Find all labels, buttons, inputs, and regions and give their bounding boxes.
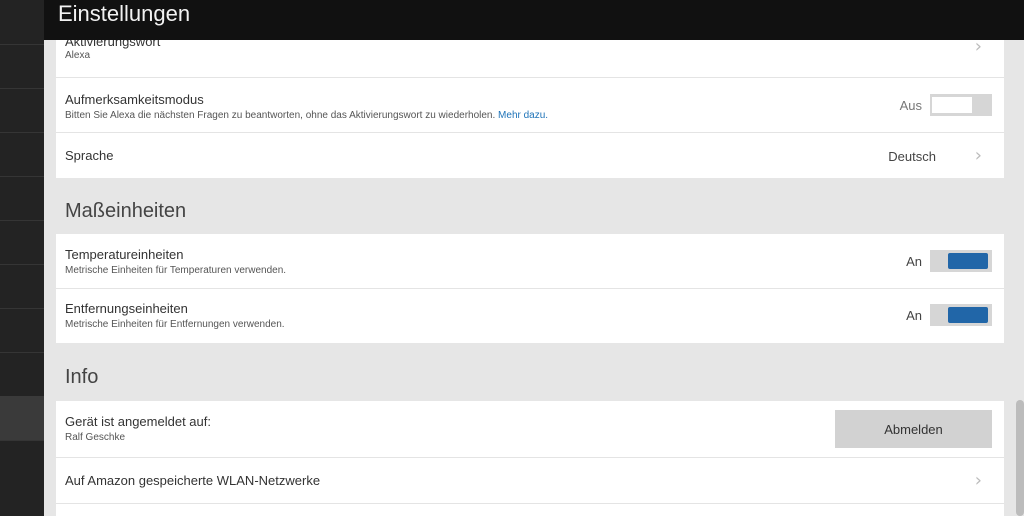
wake-word-label: Aktivierungswort	[65, 40, 161, 49]
registered-row: Gerät ist angemeldet auf: Ralf Geschke A…	[56, 401, 1004, 458]
language-value: Deutsch	[888, 149, 936, 164]
sign-out-button[interactable]: Abmelden	[835, 410, 992, 448]
sidebar-item[interactable]	[0, 176, 44, 221]
follow-up-mode-row: Aufmerksamkeitsmodus Bitten Sie Alexa di…	[56, 78, 1004, 133]
follow-up-state: Aus	[899, 98, 922, 113]
chevron-right-icon: ›	[974, 145, 982, 166]
units-section-title: Maßeinheiten	[65, 200, 187, 222]
registered-label: Gerät ist angemeldet auf:	[65, 414, 211, 429]
alexa-settings-card: Aktivierungswort Alexa › Aufmerksamkeits…	[56, 40, 1004, 178]
top-bar: Einstellungen	[44, 0, 1024, 40]
sidebar	[0, 0, 44, 516]
language-label: Sprache	[65, 148, 114, 163]
follow-up-toggle[interactable]	[930, 94, 992, 116]
language-row[interactable]: Sprache Deutsch ›	[56, 133, 1004, 178]
wake-word-row[interactable]: Aktivierungswort Alexa ›	[56, 40, 1004, 78]
distance-units-label: Entfernungseinheiten	[65, 301, 188, 316]
temperature-units-description: Metrische Einheiten für Temperaturen ver…	[65, 265, 287, 276]
sidebar-item[interactable]	[0, 220, 44, 265]
temperature-units-toggle[interactable]	[930, 250, 992, 272]
info-card: Gerät ist angemeldet auf: Ralf Geschke A…	[56, 401, 1004, 516]
temperature-units-label: Temperatureinheiten	[65, 247, 184, 262]
wake-word-value: Alexa	[65, 50, 91, 61]
distance-units-row: Entfernungseinheiten Metrische Einheiten…	[56, 289, 1004, 343]
toggle-knob	[948, 253, 988, 269]
distance-units-toggle[interactable]	[930, 304, 992, 326]
sidebar-item-settings[interactable]	[0, 396, 44, 441]
sidebar-item[interactable]	[0, 44, 44, 89]
units-card: Temperatureinheiten Metrische Einheiten …	[56, 234, 1004, 343]
learn-more-link[interactable]: Mehr dazu.	[498, 110, 548, 121]
wifi-networks-label: Auf Amazon gespeicherte WLAN-Netzwerke	[65, 473, 321, 488]
sidebar-item[interactable]	[0, 88, 44, 133]
scrollbar[interactable]	[1016, 400, 1024, 516]
registered-user: Ralf Geschke	[65, 432, 126, 443]
sidebar-item[interactable]	[0, 264, 44, 309]
temperature-units-state: An	[906, 254, 922, 269]
distance-units-state: An	[906, 308, 922, 323]
wifi-networks-row[interactable]: Auf Amazon gespeicherte WLAN-Netzwerke ›	[56, 458, 1004, 504]
toggle-knob	[948, 307, 988, 323]
temperature-units-row: Temperatureinheiten Metrische Einheiten …	[56, 234, 1004, 289]
sidebar-item[interactable]	[0, 352, 44, 397]
sidebar-item[interactable]	[0, 0, 44, 45]
page-title: Einstellungen	[58, 1, 191, 26]
follow-up-mode-label: Aufmerksamkeitsmodus	[65, 92, 204, 107]
sidebar-item[interactable]	[0, 132, 44, 177]
follow-up-mode-description: Bitten Sie Alexa die nächsten Fragen zu …	[65, 110, 548, 121]
toggle-knob	[932, 97, 972, 113]
sidebar-item[interactable]	[0, 308, 44, 353]
settings-content: Aktivierungswort Alexa › Aufmerksamkeits…	[44, 40, 1024, 516]
chevron-right-icon: ›	[974, 470, 982, 491]
distance-units-description: Metrische Einheiten für Entfernungen ver…	[65, 319, 285, 330]
chevron-right-icon: ›	[974, 40, 982, 57]
follow-up-description-text: Bitten Sie Alexa die nächsten Fragen zu …	[65, 110, 496, 121]
info-section-title: Info	[65, 366, 99, 388]
